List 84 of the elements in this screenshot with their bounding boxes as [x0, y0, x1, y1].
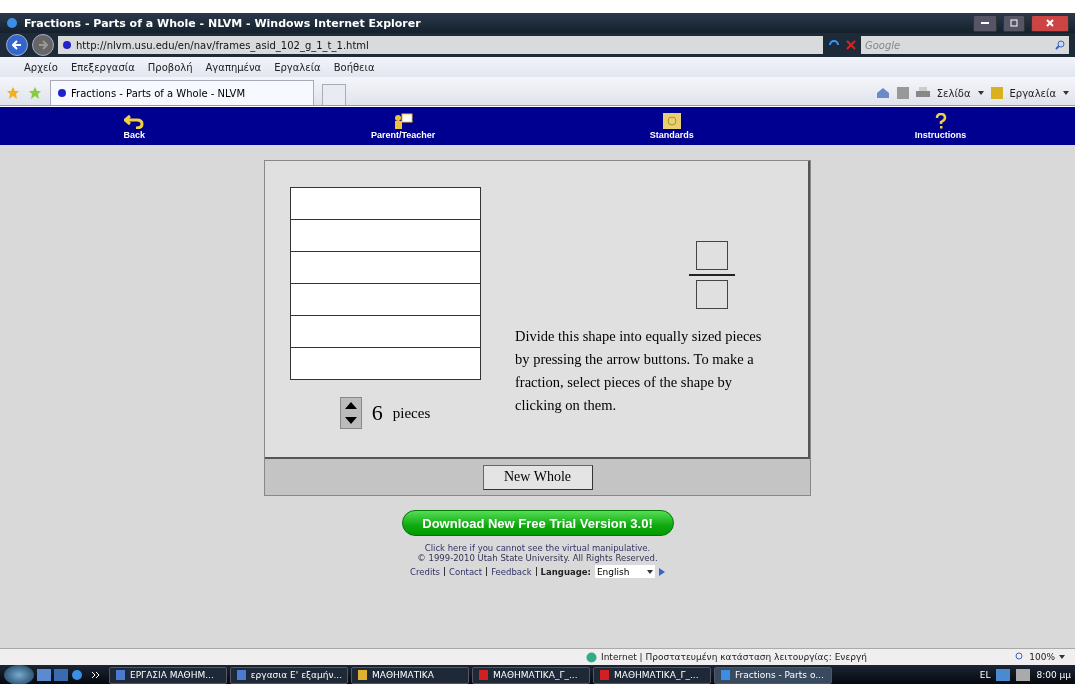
security-zone: Internet | Προστατευμένη κατάσταση λειτουργίας: Ενεργή — [586, 651, 867, 663]
browser-icon — [720, 669, 731, 681]
language-select[interactable]: English — [594, 565, 655, 578]
minimize-icon — [981, 21, 989, 25]
nav-button[interactable]: Parent/Teacher — [268, 107, 538, 145]
zoom-control[interactable]: 100% — [1015, 652, 1065, 662]
back-button[interactable] — [6, 34, 28, 56]
address-field[interactable]: http://nlvm.usu.edu/en/nav/frames_asid_102_g_1_t_1.html — [58, 36, 823, 54]
shape-piece[interactable] — [290, 347, 480, 379]
browser-tab[interactable]: Fractions - Parts of a Whole - NLVM — [50, 80, 314, 105]
start-button[interactable] — [4, 665, 34, 684]
zoom-icon — [1015, 652, 1026, 662]
menu-item[interactable]: Αρχείο — [24, 61, 58, 73]
numerator-box — [695, 241, 728, 270]
document-icon — [478, 669, 489, 681]
taskbar-item[interactable]: ΜΑΘΗΜΑΤΙΚΑ — [351, 666, 469, 684]
taskbar-item[interactable]: εργασια Ε' εξαμήν... — [230, 666, 348, 684]
document-icon — [115, 669, 126, 681]
new-whole-button[interactable]: New Whole — [482, 464, 593, 490]
footer-link[interactable]: Credits — [410, 566, 441, 577]
go-arrow-icon[interactable] — [658, 567, 665, 576]
site-icon — [62, 40, 72, 50]
folder-icon — [357, 669, 368, 681]
clock[interactable]: 8:00 μμ — [1036, 670, 1071, 680]
window-title: Fractions - Parts of a Whole - NLVM - Windows Internet Explorer — [24, 16, 422, 30]
left-arrow-icon — [12, 40, 22, 50]
close-button[interactable] — [1031, 14, 1069, 32]
caret-icon — [646, 569, 653, 574]
chevrons-icon[interactable] — [92, 672, 100, 678]
denominator-box — [695, 280, 728, 309]
tools-menu[interactable]: Εργαλεία — [1009, 87, 1056, 99]
site-icon — [57, 88, 67, 98]
taskbar-item[interactable]: Fractions - Parts o... — [714, 666, 832, 684]
caret-icon[interactable] — [977, 91, 984, 95]
shape-piece[interactable] — [290, 219, 480, 251]
footer-link[interactable]: Contact — [449, 566, 483, 577]
menu-item[interactable]: Εργαλεία — [274, 61, 321, 73]
print-icon[interactable] — [915, 87, 930, 99]
nav-button[interactable]: Back — [0, 107, 269, 145]
stop-icon[interactable] — [845, 39, 857, 51]
standards-icon — [662, 112, 681, 129]
shape-piece[interactable] — [290, 315, 480, 347]
shape-piece[interactable] — [290, 283, 480, 315]
language-indicator[interactable]: EL — [979, 670, 991, 680]
instructions-text: Divide this shape into equally sized pieces by pressing the arrow buttons. To make a fraction, select pieces of the shape by clicking on them. — [515, 327, 763, 415]
teacher-icon — [393, 112, 414, 129]
right-arrow-icon — [38, 40, 48, 50]
taskbar-item[interactable]: ΜΑΘΗΜΑΤΙΚΑ_Γ_... — [472, 666, 590, 684]
document-icon — [599, 669, 610, 681]
minimize-button[interactable] — [973, 14, 997, 32]
count-unit: pieces — [392, 404, 431, 422]
help-link[interactable]: Click here if you cannot see the virtual manipulative. — [424, 543, 651, 553]
document-icon — [236, 669, 247, 681]
forward-button[interactable] — [32, 34, 54, 56]
taskbar-item[interactable]: ΕΡΓΑΣΙΑ ΜΑΘΗΜ... — [109, 666, 227, 684]
browser-icon[interactable] — [71, 669, 83, 681]
page-menu[interactable]: Σελίδα — [936, 87, 971, 99]
search-icon[interactable] — [1055, 40, 1065, 50]
nav-button[interactable]: Standards — [537, 107, 807, 145]
shape-piece[interactable] — [290, 251, 480, 283]
copyright-text: © 1999-2010 Utah State University. All Rights Reserved. — [417, 553, 658, 563]
menu-item[interactable]: Προβολή — [147, 61, 193, 73]
spinner-control[interactable] — [339, 397, 362, 429]
nav-button[interactable]: Instructions — [806, 107, 1075, 145]
close-icon — [1046, 19, 1054, 27]
back-arrow-icon — [124, 112, 145, 129]
up-arrow-icon[interactable] — [344, 402, 357, 409]
menu-item[interactable]: Επεξεργασία — [70, 61, 135, 73]
browser-icon — [6, 17, 18, 29]
taskbar-item[interactable]: ΜΑΘΗΜΑΤΙΚΑ_Γ_... — [593, 666, 711, 684]
globe-icon — [586, 651, 597, 663]
question-mark-icon — [934, 112, 947, 129]
menu-item[interactable]: Αγαπημένα — [205, 61, 262, 73]
maximize-button[interactable] — [1003, 14, 1025, 32]
language-label: Language: — [540, 566, 591, 577]
maximize-icon — [1010, 19, 1018, 27]
menu-item[interactable]: Βοήθεια — [333, 61, 375, 73]
home-icon[interactable] — [875, 87, 890, 99]
footer-link[interactable]: Feedback — [491, 566, 532, 577]
caret-icon — [1059, 655, 1065, 659]
caret-icon[interactable] — [1063, 91, 1069, 95]
favorites-star-icon[interactable] — [6, 86, 20, 100]
down-arrow-icon[interactable] — [344, 417, 357, 424]
piece-count: 6 — [371, 400, 383, 426]
